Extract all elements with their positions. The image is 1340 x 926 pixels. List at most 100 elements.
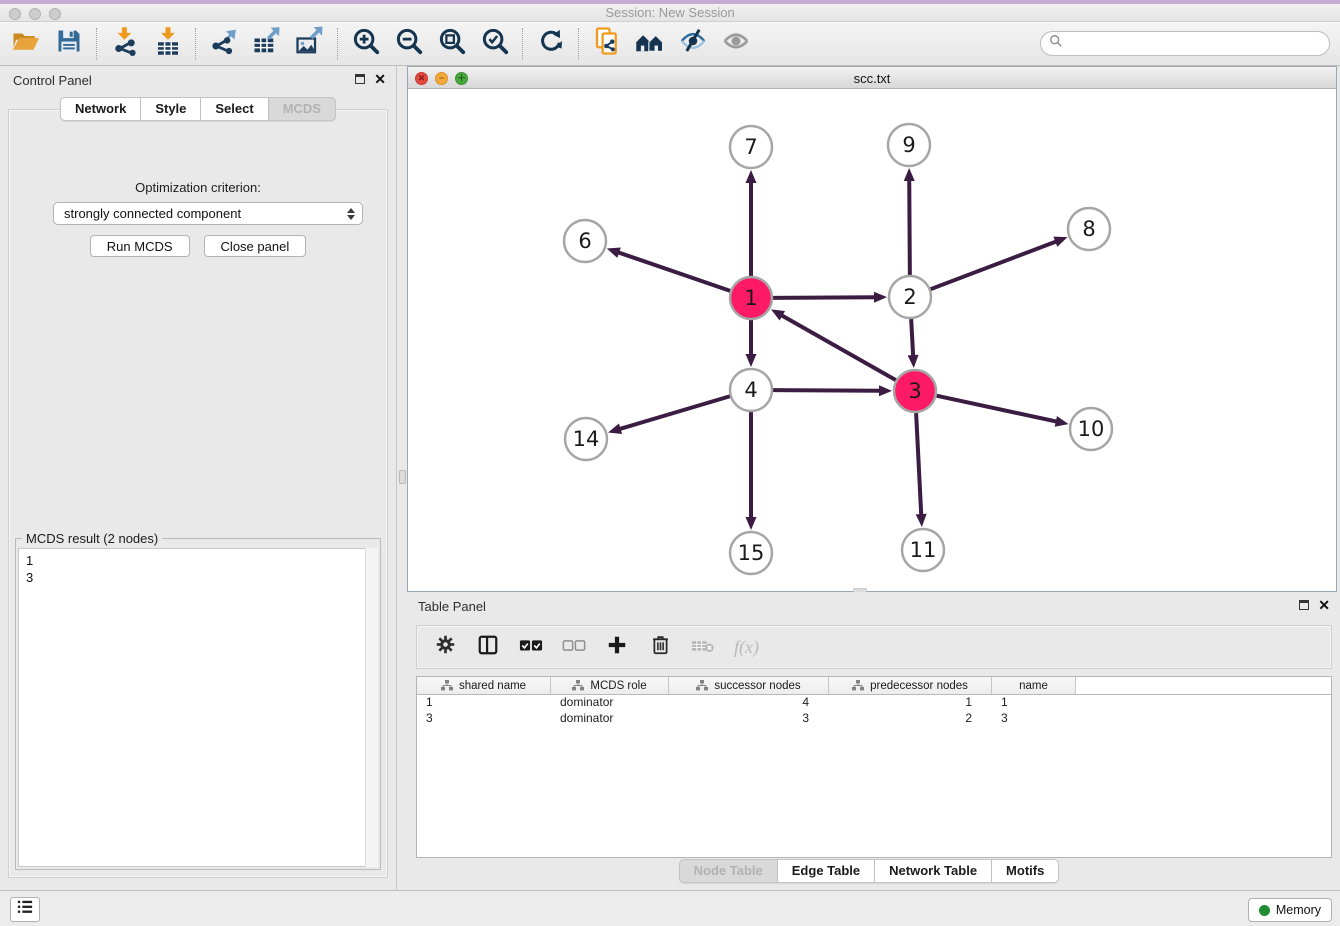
column-header-name[interactable]: name [992, 677, 1076, 694]
table-cell[interactable]: 1 [829, 695, 992, 711]
column-header-shared-name[interactable]: shared name [417, 677, 551, 694]
table-cell[interactable]: 3 [669, 711, 829, 727]
graph-edge-2-8[interactable] [931, 241, 1058, 289]
column-header-predecessor-nodes[interactable]: predecessor nodes [829, 677, 992, 694]
graph-node-label: 15 [738, 541, 765, 565]
show-columns-button[interactable] [476, 635, 500, 659]
column-header-MCDS-role[interactable]: MCDS role [551, 677, 669, 694]
delete-table-button[interactable] [691, 635, 715, 659]
export-table-button[interactable] [248, 25, 285, 63]
mcds-result-text[interactable]: 13 [18, 548, 378, 867]
mcds-result-title: MCDS result (2 nodes) [22, 531, 162, 546]
search-field[interactable] [1040, 31, 1330, 56]
task-history-button[interactable] [10, 897, 40, 922]
show-all-button[interactable] [717, 25, 754, 63]
create-column-button[interactable] [605, 635, 629, 659]
close-panel-button[interactable]: Close panel [204, 235, 307, 257]
zoom-fit-button[interactable] [433, 25, 470, 63]
table-cell[interactable]: 4 [669, 695, 829, 711]
table-cell[interactable]: 3 [992, 711, 1076, 727]
zoom-selected-icon [480, 26, 510, 61]
settings-button[interactable] [433, 635, 457, 659]
export-network-icon [209, 26, 239, 61]
table-cell[interactable]: 1 [992, 695, 1076, 711]
table-tab-edge-table[interactable]: Edge Table [778, 859, 875, 883]
table-tab-node-table[interactable]: Node Table [679, 859, 778, 883]
search-input[interactable] [1063, 34, 1329, 54]
tab-mcds[interactable]: MCDS [269, 97, 336, 121]
graph-edge-2-9[interactable] [909, 179, 910, 275]
main-toolbar [0, 22, 1340, 66]
float-panel-icon[interactable] [1299, 600, 1309, 610]
table-tab-motifs[interactable]: Motifs [992, 859, 1059, 883]
tab-network[interactable]: Network [60, 97, 141, 121]
result-line: 1 [26, 552, 377, 569]
hide-selected-button[interactable] [674, 25, 711, 63]
export-table-icon [252, 26, 282, 61]
table-cell[interactable]: 2 [829, 711, 992, 727]
close-panel-icon[interactable]: ✕ [374, 74, 386, 84]
close-panel-icon[interactable]: ✕ [1318, 600, 1330, 610]
tab-style[interactable]: Style [141, 97, 201, 121]
select-all-columns-button[interactable] [519, 635, 543, 659]
import-network-button[interactable] [106, 25, 143, 63]
run-mcds-button[interactable]: Run MCDS [90, 235, 190, 257]
zoom-in-button[interactable] [347, 25, 384, 63]
table-cell[interactable]: 1 [417, 695, 551, 711]
table-cell[interactable]: dominator [551, 711, 669, 727]
graph-edge-2-3[interactable] [911, 319, 913, 357]
import-table-icon [153, 26, 183, 61]
export-network-button[interactable] [205, 25, 242, 63]
clone-network-icon [592, 26, 622, 61]
columns-icon [477, 634, 499, 661]
memory-status-icon [1259, 905, 1270, 916]
import-table-button[interactable] [149, 25, 186, 63]
window-titlebar: Session: New Session [0, 0, 1340, 22]
table-tab-network-table[interactable]: Network Table [875, 859, 992, 883]
function-builder-button[interactable]: f(x) [734, 637, 759, 658]
memory-button[interactable]: Memory [1248, 898, 1332, 922]
graph-edge-arrowhead [746, 170, 757, 183]
trash-icon [650, 634, 671, 660]
shared-column-icon [572, 680, 584, 691]
tab-select[interactable]: Select [201, 97, 268, 121]
delete-column-button[interactable] [648, 635, 672, 659]
network-window-titlebar[interactable]: ✕ − ＋ scc.txt [408, 67, 1336, 89]
graph-edge-1-6[interactable] [617, 252, 730, 291]
export-image-button[interactable] [291, 25, 328, 63]
graph-node-label: 2 [903, 285, 916, 309]
graph-edge-4-3[interactable] [773, 390, 881, 391]
graph-edge-4-14[interactable] [619, 396, 730, 429]
graph-node-label: 3 [908, 379, 921, 403]
graph-edge-3-1[interactable] [781, 315, 896, 380]
unselect-all-columns-button[interactable] [562, 635, 586, 659]
vertical-splitter-grip[interactable] [399, 470, 406, 484]
graph-edge-arrowhead [1053, 237, 1067, 247]
clone-network-button[interactable] [588, 25, 625, 63]
open-session-button[interactable] [7, 25, 44, 63]
toolbar-separator [578, 28, 579, 60]
home-button[interactable] [631, 25, 668, 63]
criterion-dropdown-value: strongly connected component [64, 206, 241, 221]
graph-edge-arrowhead [607, 247, 621, 257]
zoom-selected-button[interactable] [476, 25, 513, 63]
shared-column-icon [441, 680, 453, 691]
float-panel-icon[interactable] [355, 74, 365, 84]
graph-edge-1-2[interactable] [773, 297, 876, 298]
column-header-successor-nodes[interactable]: successor nodes [669, 677, 829, 694]
mcds-result-box: MCDS result (2 nodes) 13 [15, 538, 381, 870]
save-session-button[interactable] [50, 25, 87, 63]
graph-edge-3-11[interactable] [916, 413, 921, 516]
toolbar-separator [522, 28, 523, 60]
graph-edge-3-10[interactable] [937, 396, 1058, 422]
result-scrollbar[interactable] [365, 548, 378, 867]
apply-layout-button[interactable] [532, 25, 569, 63]
graph-edge-arrowhead [874, 292, 887, 303]
table-cell[interactable]: 3 [417, 711, 551, 727]
node-table: shared nameMCDS rolesuccessor nodesprede… [416, 676, 1332, 858]
zoom-out-button[interactable] [390, 25, 427, 63]
criterion-dropdown[interactable]: strongly connected component [53, 202, 363, 225]
graph-edge-arrowhead [746, 354, 757, 367]
network-canvas[interactable]: 7968124314101511 [408, 89, 1336, 591]
table-cell[interactable]: dominator [551, 695, 669, 711]
